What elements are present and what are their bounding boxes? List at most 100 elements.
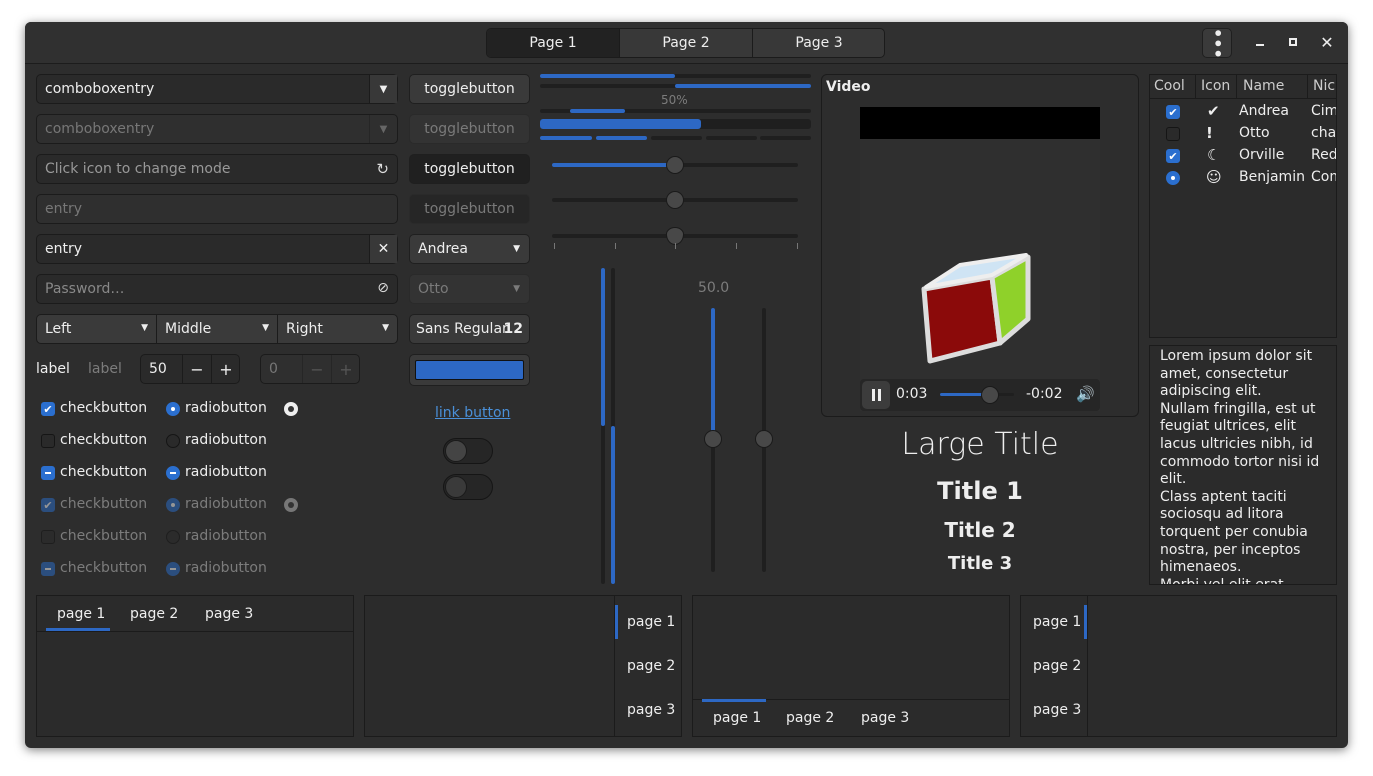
- column-header-icon[interactable]: Icon: [1201, 78, 1230, 94]
- tab-page-3[interactable]: Page 3: [753, 29, 884, 57]
- notebook-tab-page-2[interactable]: page 2: [786, 710, 834, 726]
- decrement-button[interactable]: −: [182, 355, 211, 383]
- minimize-icon: [1256, 44, 1264, 46]
- table-row[interactable]: ! Otto chac: [1150, 123, 1336, 145]
- entry-placeholder: Password…: [45, 281, 125, 297]
- combo-right[interactable]: Right ▼: [278, 315, 397, 343]
- toggle-button-3[interactable]: togglebutton: [409, 154, 530, 184]
- maximize-button[interactable]: [1285, 34, 1301, 50]
- cool-checkbox[interactable]: ✔: [1166, 105, 1180, 119]
- spin-button[interactable]: 50 − +: [140, 354, 240, 384]
- notebook-tab-page-2[interactable]: page 2: [627, 658, 675, 674]
- notebook-right: page 1 page 2 page 3: [364, 595, 682, 737]
- minimize-button[interactable]: [1252, 34, 1268, 50]
- text-view[interactable]: Lorem ipsum dolor sit amet, consectetur …: [1149, 345, 1337, 585]
- combo-left[interactable]: Left ▼: [37, 315, 157, 343]
- checkbox-label: checkbutton: [60, 432, 148, 448]
- refresh-icon[interactable]: ↻: [376, 160, 389, 178]
- switch-1[interactable]: [443, 438, 493, 464]
- check-icon: ✔: [43, 498, 53, 512]
- cool-radio[interactable]: [1166, 171, 1180, 185]
- column-header-cool[interactable]: Cool: [1154, 78, 1185, 94]
- cool-checkbox[interactable]: [1166, 127, 1180, 141]
- close-button[interactable]: ✕: [1319, 33, 1335, 52]
- table-row[interactable]: ✔ ✔ Andrea Cim: [1150, 101, 1336, 123]
- notebook-tab-page-1[interactable]: page 1: [1033, 614, 1081, 630]
- checkbox-unchecked[interactable]: [41, 434, 55, 448]
- seek-bar[interactable]: [940, 393, 1014, 396]
- menu-button[interactable]: •••: [1202, 28, 1232, 58]
- progress-bar-2: [540, 84, 811, 88]
- password-field[interactable]: Password… ⊘: [36, 274, 398, 304]
- comboboxentry-2: comboboxentry ▼: [36, 114, 398, 144]
- hscale-1-handle[interactable]: [666, 156, 684, 174]
- title-3: Title 3: [947, 553, 1013, 574]
- radio-standalone[interactable]: [284, 402, 298, 416]
- mode-entry[interactable]: Click icon to change mode ↻: [36, 154, 398, 184]
- row-name: Benjamin: [1239, 169, 1305, 185]
- font-button[interactable]: Sans Regular 12: [409, 314, 530, 344]
- combo-andrea[interactable]: Andrea ▼: [409, 234, 530, 264]
- notebook-tab-page-3[interactable]: page 3: [205, 606, 253, 622]
- notebook-tab-page-3[interactable]: page 3: [627, 702, 675, 718]
- title-2: Title 2: [944, 518, 1016, 542]
- column-header-nick[interactable]: Nic: [1313, 78, 1335, 94]
- linked-combo-group: Left ▼ Middle ▼ Right ▼: [36, 314, 398, 344]
- entry-field[interactable]: entry ✕: [36, 234, 398, 264]
- radio-mixed[interactable]: [166, 466, 180, 480]
- entry-text: entry: [45, 241, 83, 257]
- moon-icon: ☾: [1207, 146, 1221, 164]
- seek-handle[interactable]: [981, 386, 999, 404]
- combo-middle[interactable]: Middle ▼: [157, 315, 278, 343]
- combo-dropdown-button[interactable]: ▼: [369, 75, 397, 103]
- cool-checkbox[interactable]: ✔: [1166, 149, 1180, 163]
- progress-bar-3: [540, 109, 811, 113]
- notebook-tab-page-2[interactable]: page 2: [1033, 658, 1081, 674]
- vscale-1-handle[interactable]: [704, 430, 722, 448]
- tab-page-2[interactable]: Page 2: [620, 29, 753, 57]
- pause-button[interactable]: [862, 381, 890, 409]
- radio-unchecked[interactable]: [166, 434, 180, 448]
- hscale-2-handle[interactable]: [666, 191, 684, 209]
- active-tab-indicator: [1084, 605, 1087, 639]
- switch-2[interactable]: [443, 474, 493, 500]
- clear-button[interactable]: ✕: [369, 235, 397, 263]
- vscale-2-handle[interactable]: [755, 430, 773, 448]
- media-controls: 0:03 -0:02 🔊: [860, 379, 1100, 411]
- notebook-tab-page-1[interactable]: page 1: [627, 614, 675, 630]
- checkbox-mixed[interactable]: [41, 466, 55, 480]
- comboboxentry-1[interactable]: comboboxentry ▼: [36, 74, 398, 104]
- notebook-tab-page-3[interactable]: page 3: [1033, 702, 1081, 718]
- remaining-time: -0:02: [1026, 386, 1063, 402]
- increment-button: +: [331, 355, 360, 383]
- column-header-name[interactable]: Name: [1243, 78, 1284, 94]
- volume-icon[interactable]: 🔊: [1076, 385, 1095, 403]
- radio-label: radiobutton: [185, 496, 267, 512]
- notebook-tab-page-1[interactable]: page 1: [713, 710, 761, 726]
- color-button[interactable]: [409, 354, 530, 386]
- toggle-button-4: togglebutton: [409, 194, 530, 224]
- radio-checked[interactable]: [166, 402, 180, 416]
- checkbox-label: checkbutton: [60, 400, 148, 416]
- toggle-button-1[interactable]: togglebutton: [409, 74, 530, 104]
- video-area[interactable]: 0:03 -0:02 🔊: [860, 139, 1100, 411]
- radio-mixed-disabled: [166, 562, 180, 576]
- increment-button[interactable]: +: [211, 355, 240, 383]
- combo-text: Otto: [418, 281, 449, 297]
- checkbox-checked[interactable]: ✔: [41, 402, 55, 416]
- notebook-tab-page-3[interactable]: page 3: [861, 710, 909, 726]
- table-row[interactable]: ✔ ☾ Orville Red: [1150, 145, 1336, 167]
- tab-page-1[interactable]: Page 1: [487, 29, 620, 57]
- table-row[interactable]: ☺ Benjamin Com: [1150, 167, 1336, 189]
- video-frame: Video 0:03 -0:02 🔊: [821, 74, 1139, 417]
- more-vert-icon: •••: [1208, 27, 1227, 59]
- chevron-down-icon: ▼: [141, 323, 148, 333]
- check-icon: ✔: [1168, 149, 1178, 163]
- link-button[interactable]: link button: [435, 405, 510, 421]
- row-nick: Com: [1311, 169, 1336, 185]
- row-name: Andrea: [1239, 103, 1289, 119]
- notebook-tab-page-2[interactable]: page 2: [130, 606, 178, 622]
- notebook-tab-page-1[interactable]: page 1: [57, 606, 105, 622]
- eye-hidden-icon[interactable]: ⊘: [377, 280, 389, 296]
- row-name: Otto: [1239, 125, 1270, 141]
